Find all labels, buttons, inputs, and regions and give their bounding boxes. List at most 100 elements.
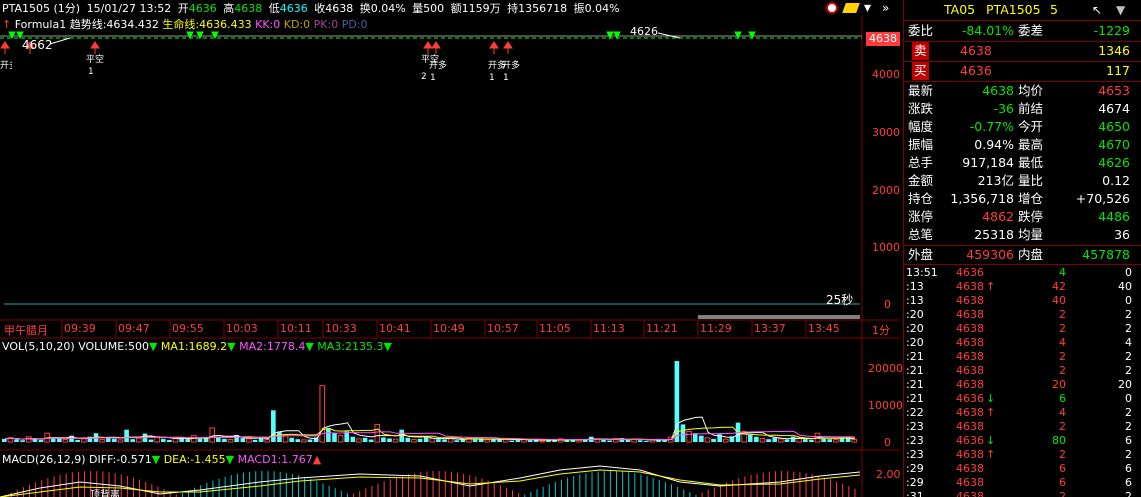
sell-row: 卖 4638 1346 — [904, 42, 1141, 60]
quote-stat-row: 最新 4638 均价 4653 — [904, 82, 1141, 100]
tick-volume: 20 — [1052, 378, 1066, 391]
tick-row: 13:51 4636 4 0 — [904, 266, 1136, 280]
stat-value: 4670 — [1098, 137, 1130, 152]
tick-volume: 40 — [1052, 294, 1066, 307]
down-arrow-icon: ▼ — [227, 340, 236, 353]
volume-bar — [686, 430, 692, 443]
volume-bar — [295, 439, 301, 442]
sell-label: 卖 — [912, 42, 929, 60]
volume-bar — [607, 440, 612, 442]
weibi-label: 委比 — [908, 23, 934, 38]
vol-ma1: MA1:1689.2 — [160, 340, 228, 353]
buy-signal-arrow — [489, 41, 499, 54]
volume-bar — [136, 437, 142, 443]
sell-signal-arrow — [748, 31, 756, 40]
tick-delta: 0 — [1125, 294, 1132, 307]
volume-bar — [20, 440, 25, 442]
vol-ma3: MA3:2135.3 — [317, 340, 384, 353]
volume-bar — [277, 431, 282, 442]
stat-label: 前结 — [1018, 101, 1044, 116]
tick-time: :21 — [906, 392, 924, 405]
stat-label: 持仓 — [908, 191, 934, 206]
volume-bar — [417, 438, 423, 442]
tick-delta: 40 — [1118, 280, 1132, 293]
tick-price: 4638 — [956, 336, 984, 349]
main-price-chart[interactable] — [0, 0, 900, 497]
tick-time: :31 — [906, 490, 924, 497]
volume-bar — [160, 438, 166, 442]
tick-volume: 2 — [1059, 322, 1066, 335]
tick-delta: 0 — [1125, 266, 1132, 279]
tick-delta: 6 — [1125, 476, 1132, 489]
volume-bar — [374, 423, 381, 443]
tick-row: :20 4638 2 2 — [904, 322, 1136, 336]
volume-bar — [99, 439, 105, 443]
volume-bar — [411, 439, 417, 443]
volume-bar — [772, 437, 778, 442]
tick-volume: 6 — [1059, 462, 1066, 475]
tick-row: :23 4638 ↑ 2 2 — [904, 448, 1136, 462]
chart-area[interactable]: PTA1505 (1分) 15/01/27 13:52 开4636 高4638 … — [0, 0, 903, 497]
stat-value: 0.94% — [974, 137, 1014, 152]
volume-bar — [240, 438, 246, 442]
vol-y-tick: 20000 — [868, 362, 903, 375]
tick-time: :29 — [906, 462, 924, 475]
down-arrow-icon: ▼ — [383, 340, 392, 353]
tick-volume: 4 — [1059, 406, 1066, 419]
tick-volume: 2 — [1059, 364, 1066, 377]
volume-bar — [332, 433, 337, 442]
macd-y-tick: 2.00 — [876, 468, 901, 481]
volume-bar — [405, 437, 411, 442]
tick-time: :21 — [906, 378, 924, 391]
up-arrow-icon: ▲ — [312, 453, 322, 466]
tick-price: 4638 — [956, 462, 984, 475]
macd-title: MACD(26,12,9) — [2, 453, 86, 466]
volume-bar — [778, 438, 784, 443]
stat-value: 25318 — [974, 227, 1014, 242]
y-tick-0: 0 — [884, 298, 891, 311]
tick-price: 4636 — [956, 392, 984, 405]
y-tick-4000: 4000 — [872, 68, 900, 81]
volume-bar — [387, 438, 392, 442]
volume-bar — [337, 435, 344, 443]
tick-time: :13 — [906, 294, 924, 307]
down-arrow-icon: ▼ — [225, 453, 235, 466]
volume-bar — [759, 437, 766, 443]
stat-label: 幅度 — [908, 119, 934, 134]
signal-count: 1 — [489, 73, 495, 83]
volume-bar — [662, 440, 667, 442]
signal-label: 开多 — [429, 61, 448, 71]
stat-label: 增仓 — [1018, 191, 1044, 206]
tick-row: :13 4638 ↑ 42 40 — [904, 280, 1136, 294]
volume-bar — [362, 437, 368, 442]
weicha-value: -1229 — [1093, 23, 1130, 38]
tick-delta: 4 — [1125, 336, 1132, 349]
quote-stat-row: 幅度 -0.77% 今开 4650 — [904, 118, 1141, 136]
stat-value: -36 — [993, 101, 1014, 116]
volume-bar — [821, 438, 826, 442]
volume-bar — [809, 439, 814, 442]
volume-bar — [637, 440, 643, 442]
macd-legend: MACD(26,12,9) DIFF:-0.571▼ DEA:-1.455▼ M… — [2, 453, 321, 466]
time-tick: 10:57 — [487, 322, 519, 335]
tick-volume: 2 — [1059, 420, 1066, 433]
menu-icon[interactable]: ▼ — [1116, 1, 1125, 19]
down-arrow-icon: ▼ — [148, 340, 158, 353]
time-tick: 09:39 — [64, 322, 96, 335]
volume-bar — [381, 437, 386, 442]
volume-bar — [112, 438, 117, 442]
tick-delta: 0 — [1125, 392, 1132, 405]
volume-bar — [368, 439, 374, 442]
buy-volume: 117 — [1106, 63, 1130, 78]
tick-volume: 6 — [1059, 476, 1066, 489]
cursor-icon[interactable]: ↖ — [1092, 1, 1102, 19]
down-arrow-icon: ▼ — [151, 453, 161, 466]
volume-bar — [167, 439, 172, 442]
tick-price: 4636 — [956, 434, 984, 447]
volume-bar — [2, 438, 7, 442]
stat-value: 36 — [1114, 227, 1130, 242]
y-tick-1000: 1000 — [872, 241, 900, 254]
vol-y-tick: 0 — [884, 436, 891, 449]
volume-bar — [350, 436, 356, 442]
period-label[interactable]: 1分 — [872, 322, 890, 338]
